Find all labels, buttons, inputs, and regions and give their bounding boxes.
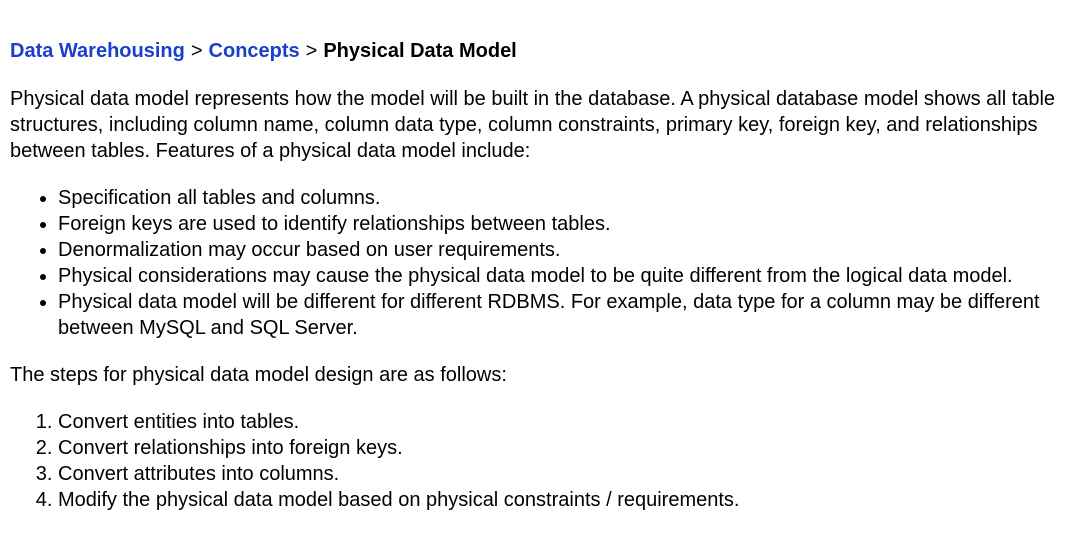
list-item: Convert attributes into columns.: [58, 461, 1067, 487]
page: Data Warehousing > Concepts > Physical Data …: [0, 0, 1077, 513]
list-item: Physical data model will be different fo…: [58, 289, 1067, 341]
breadcrumb-link-concepts[interactable]: Concepts: [209, 40, 300, 62]
list-item: Convert entities into tables.: [58, 409, 1067, 435]
breadcrumb-separator: >: [190, 40, 203, 62]
steps-intro-paragraph: The steps for physical data model design…: [10, 364, 507, 386]
page-title: Physical Data Model: [323, 40, 517, 62]
list-item: Physical considerations may cause the ph…: [58, 263, 1067, 289]
list-item: Foreign keys are used to identify relati…: [58, 211, 1067, 237]
list-item: Specification all tables and columns.: [58, 185, 1067, 211]
list-item: Denormalization may occur based on user …: [58, 237, 1067, 263]
list-item: Convert relationships into foreign keys.: [58, 435, 1067, 461]
breadcrumb: Data Warehousing > Concepts > Physical Data …: [10, 38, 1067, 64]
intro-paragraph: Physical data model represents how the m…: [10, 88, 1056, 162]
breadcrumb-separator: >: [305, 40, 318, 62]
breadcrumb-link-data-warehousing[interactable]: Data Warehousing: [10, 40, 185, 62]
list-item: Modify the physical data model based on …: [58, 487, 1067, 513]
features-list: Specification all tables and columns. Fo…: [10, 185, 1067, 341]
steps-list: Convert entities into tables. Convert re…: [10, 409, 1067, 513]
